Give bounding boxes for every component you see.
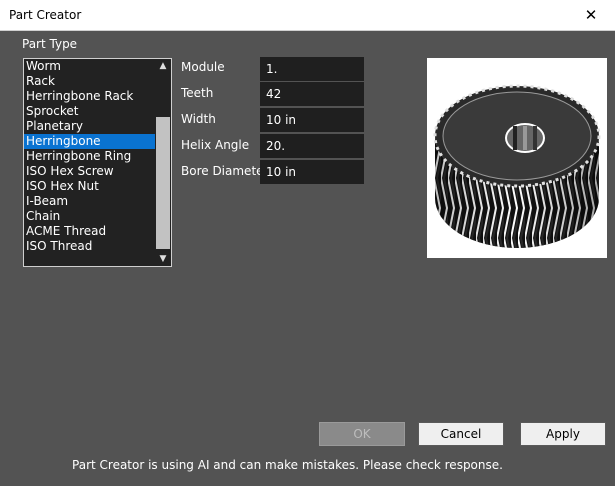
apply-button[interactable]: Apply: [520, 422, 606, 446]
list-item-herringbone-ring[interactable]: Herringbone Ring: [24, 149, 155, 164]
list-item-chain[interactable]: Chain: [24, 209, 155, 224]
list-item-rack[interactable]: Rack: [24, 74, 155, 89]
bore-diameter-label: Bore Diameter: [181, 164, 269, 178]
part-type-label: Part Type: [22, 37, 78, 51]
list-item-worm[interactable]: Worm: [24, 59, 155, 74]
gear-preview: [427, 58, 607, 258]
title-bar: Part Creator ✕: [0, 0, 615, 31]
ok-button[interactable]: OK: [319, 422, 405, 446]
list-scrollbar[interactable]: ▲ ▼: [155, 59, 171, 266]
teeth-label: Teeth: [181, 86, 214, 100]
part-type-items: Worm Rack Herringbone Rack Sprocket Plan…: [24, 59, 155, 266]
chevron-up-icon[interactable]: ▲: [155, 59, 171, 73]
bore-diameter-field[interactable]: [260, 160, 364, 184]
herringbone-gear-icon: [433, 84, 601, 248]
ai-disclaimer: Part Creator is using AI and can make mi…: [72, 458, 503, 472]
chevron-down-icon[interactable]: ▼: [155, 252, 171, 266]
list-item-iso-hex-nut[interactable]: ISO Hex Nut: [24, 179, 155, 194]
teeth-field[interactable]: [260, 82, 364, 106]
helix-angle-field[interactable]: [260, 134, 364, 158]
width-label: Width: [181, 112, 216, 126]
window-title: Part Creator: [9, 8, 82, 22]
module-field[interactable]: [260, 57, 364, 81]
list-item-i-beam[interactable]: I-Beam: [24, 194, 155, 209]
list-item-iso-hex-screw[interactable]: ISO Hex Screw: [24, 164, 155, 179]
list-item-acme-thread[interactable]: ACME Thread: [24, 224, 155, 239]
list-item-iso-thread[interactable]: ISO Thread: [24, 239, 155, 254]
list-item-herringbone-rack[interactable]: Herringbone Rack: [24, 89, 155, 104]
list-item-herringbone[interactable]: Herringbone: [24, 134, 155, 149]
helix-angle-label: Helix Angle: [181, 138, 250, 152]
width-field[interactable]: [260, 108, 364, 132]
list-item-planetary[interactable]: Planetary: [24, 119, 155, 134]
scroll-thumb[interactable]: [156, 117, 170, 249]
close-icon[interactable]: ✕: [581, 6, 601, 24]
list-item-sprocket[interactable]: Sprocket: [24, 104, 155, 119]
module-label: Module: [181, 60, 225, 74]
cancel-button[interactable]: Cancel: [418, 422, 504, 446]
part-type-list[interactable]: Worm Rack Herringbone Rack Sprocket Plan…: [23, 58, 172, 267]
